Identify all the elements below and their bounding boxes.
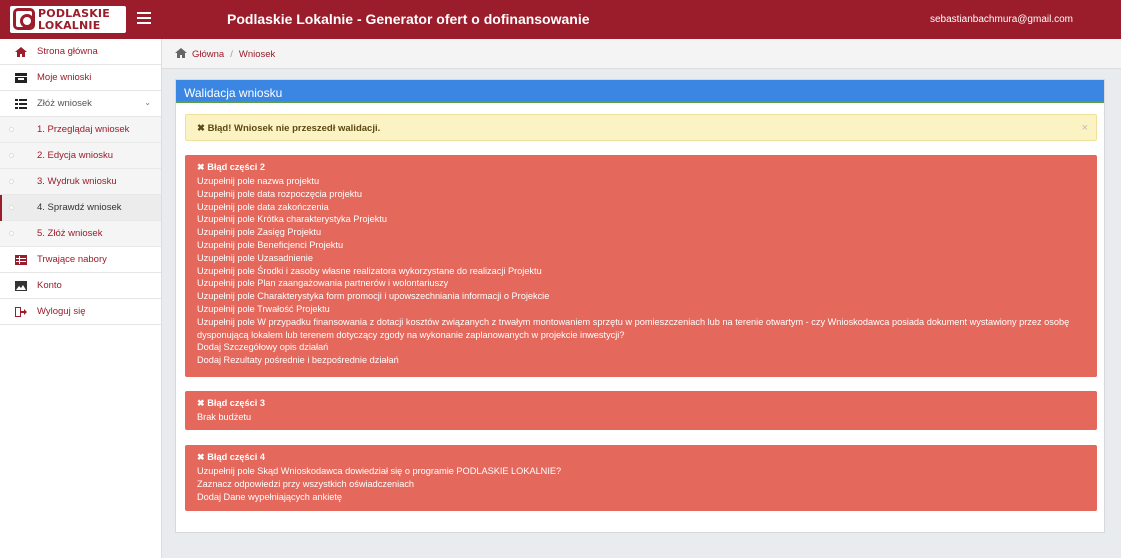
panel-header: Walidacja wniosku (176, 80, 1104, 103)
sidebar-subitem-submit[interactable]: 5. Złóż wniosek (0, 221, 161, 247)
sidebar-item-label: Konto (37, 280, 62, 291)
error-lines: Uzupełnij pole nazwa projektu Uzupełnij … (197, 175, 1077, 367)
bullet-icon (9, 205, 14, 210)
hamburger-menu-icon[interactable] (137, 12, 151, 26)
bullet-icon (9, 179, 14, 184)
error-title: ✖ Błąd części 4 (197, 452, 265, 463)
sidebar-subitem-browse[interactable]: 1. Przeglądaj wniosek (0, 117, 161, 143)
sidebar-subitem-check[interactable]: 4. Sprawdź wniosek (0, 195, 161, 221)
validation-warning-alert: ✖ Błąd! Wniosek nie przeszedł walidacji.… (185, 114, 1097, 141)
list-icon (15, 99, 27, 109)
sidebar-item-label: Moje wnioski (37, 72, 92, 83)
sidebar-item-account[interactable]: Konto (0, 273, 161, 299)
error-line: Uzupełnij pole Beneficjenci Projektu (197, 239, 344, 250)
inbox-icon (15, 73, 27, 83)
error-line: Uzupełnij pole data zakończenia (197, 201, 329, 212)
breadcrumb-current[interactable]: Wniosek (239, 49, 275, 60)
error-line: Uzupełnij pole Plan zaangażowania partne… (197, 278, 449, 289)
error-line: Uzupełnij pole Skąd Wnioskodawca dowiedz… (197, 466, 562, 476)
error-line: Uzupełnij pole Zasięg Projektu (197, 227, 322, 238)
sidebar-item-my-applications[interactable]: Moje wnioski (0, 65, 161, 91)
image-icon (15, 281, 27, 291)
close-icon[interactable]: × (1082, 122, 1088, 134)
error-line: Dodaj Szczegółowy opis działań (197, 342, 329, 353)
logo-line-2: LOKALNIE (38, 19, 101, 32)
active-indicator (0, 195, 2, 221)
error-title-text: Błąd części 3 (207, 398, 265, 408)
error-line: Dodaj Rezultaty pośrednie i bezpośrednie… (197, 355, 399, 366)
app-title: Podlaskie Lokalnie - Generator ofert o d… (227, 11, 590, 27)
sidebar-item-submit-application[interactable]: Złóż wniosek ⌄ (0, 91, 161, 117)
error-line: Dodaj Dane wypełniających ankietę (197, 491, 343, 502)
logo-line-1: PODLASKIE (38, 7, 110, 20)
warning-message: Błąd! Wniosek nie przeszedł walidacji. (207, 123, 381, 134)
error-title: ✖ Błąd części 2 (197, 162, 265, 173)
error-line: Brak budżetu (197, 412, 252, 422)
logo-text: PODLASKIE LOKALNIE (38, 8, 110, 31)
error-title: ✖ Błąd części 3 (197, 398, 265, 409)
table-icon (15, 255, 27, 265)
sidebar-subitem-edit[interactable]: 2. Edycja wniosku (0, 143, 161, 169)
panel-title: Walidacja wniosku (184, 86, 283, 100)
error-line: dysponującą lokalem lub terenem dotycząc… (197, 329, 625, 340)
sidebar-subitem-print[interactable]: 3. Wydruk wniosku (0, 169, 161, 195)
error-lines: Uzupełnij pole Skąd Wnioskodawca dowiedz… (197, 465, 1077, 503)
logout-icon (15, 307, 27, 317)
bullet-icon (9, 231, 14, 236)
error-title-text: Błąd części 2 (207, 162, 265, 172)
error-box-part-3: ✖ Błąd części 3 Brak budżetu (185, 391, 1097, 430)
error-box-part-2: ✖ Błąd części 2 Uzupełnij pole nazwa pro… (185, 155, 1097, 377)
sidebar-subitem-label: 1. Przeglądaj wniosek (37, 124, 130, 135)
chevron-down-icon: ⌄ (144, 98, 151, 107)
sidebar-subitem-label: 5. Złóż wniosek (37, 228, 103, 239)
logo[interactable]: PODLASKIE LOKALNIE (10, 6, 126, 33)
sidebar: Strona główna Moje wnioski Złóż wniosek … (0, 39, 162, 558)
bullet-icon (9, 153, 14, 158)
error-x-icon: ✖ (197, 452, 208, 462)
breadcrumb: Główna / Wniosek (175, 48, 275, 60)
validation-panel: Walidacja wniosku ✖ Błąd! Wniosek nie pr… (175, 79, 1105, 533)
breadcrumb-separator: / (230, 49, 233, 60)
error-line: Zaznacz odpowiedzi przy wszystkich oświa… (197, 478, 415, 489)
sidebar-subitem-label: 3. Wydruk wniosku (37, 176, 117, 187)
error-line: Uzupełnij pole Krótka charakterystyka Pr… (197, 214, 387, 225)
error-x-icon: ✖ (197, 123, 208, 134)
error-line: Uzupełnij pole Trwałość Projektu (197, 303, 330, 314)
sidebar-item-ongoing-calls[interactable]: Trwające nabory (0, 247, 161, 273)
sidebar-item-logout[interactable]: Wyloguj się (0, 299, 161, 325)
breadcrumb-home-link[interactable]: Główna (192, 49, 224, 60)
home-icon (175, 48, 187, 58)
error-line: Uzupełnij pole Środki i zasoby własne re… (197, 265, 542, 276)
error-line: Uzupełnij pole Charakterystyka form prom… (197, 291, 550, 302)
bullet-icon (9, 127, 14, 132)
sidebar-item-label: Strona główna (37, 46, 98, 57)
error-x-icon: ✖ (197, 162, 208, 172)
user-email[interactable]: sebastianbachmura@gmail.com (930, 14, 1073, 25)
error-x-icon: ✖ (197, 398, 208, 408)
sidebar-item-label: Złóż wniosek (37, 98, 92, 109)
top-bar: PODLASKIE LOKALNIE Podlaskie Lokalnie - … (0, 0, 1121, 39)
sidebar-item-label: Trwające nabory (37, 254, 107, 265)
error-lines: Brak budżetu (197, 411, 1077, 424)
home-icon (15, 47, 27, 57)
sidebar-item-home[interactable]: Strona główna (0, 39, 161, 65)
error-line: Uzupełnij pole Uzasadnienie (197, 252, 313, 263)
error-box-part-4: ✖ Błąd części 4 Uzupełnij pole Skąd Wnio… (185, 445, 1097, 511)
breadcrumb-bar: Główna / Wniosek (162, 39, 1121, 69)
sidebar-subitem-label: 4. Sprawdź wniosek (37, 202, 122, 213)
error-title-text: Błąd części 4 (207, 452, 265, 462)
sidebar-item-label: Wyloguj się (37, 306, 86, 317)
error-line: Uzupełnij pole W przypadku finansowania … (197, 316, 1070, 327)
sidebar-subitem-label: 2. Edycja wniosku (37, 150, 114, 161)
logo-mark-icon (13, 8, 35, 30)
error-line: Uzupełnij pole data rozpoczęcia projektu (197, 188, 362, 199)
brand-area: PODLASKIE LOKALNIE (0, 0, 162, 39)
warning-text: ✖ Błąd! Wniosek nie przeszedł walidacji. (197, 123, 380, 134)
error-line: Uzupełnij pole nazwa projektu (197, 176, 320, 186)
